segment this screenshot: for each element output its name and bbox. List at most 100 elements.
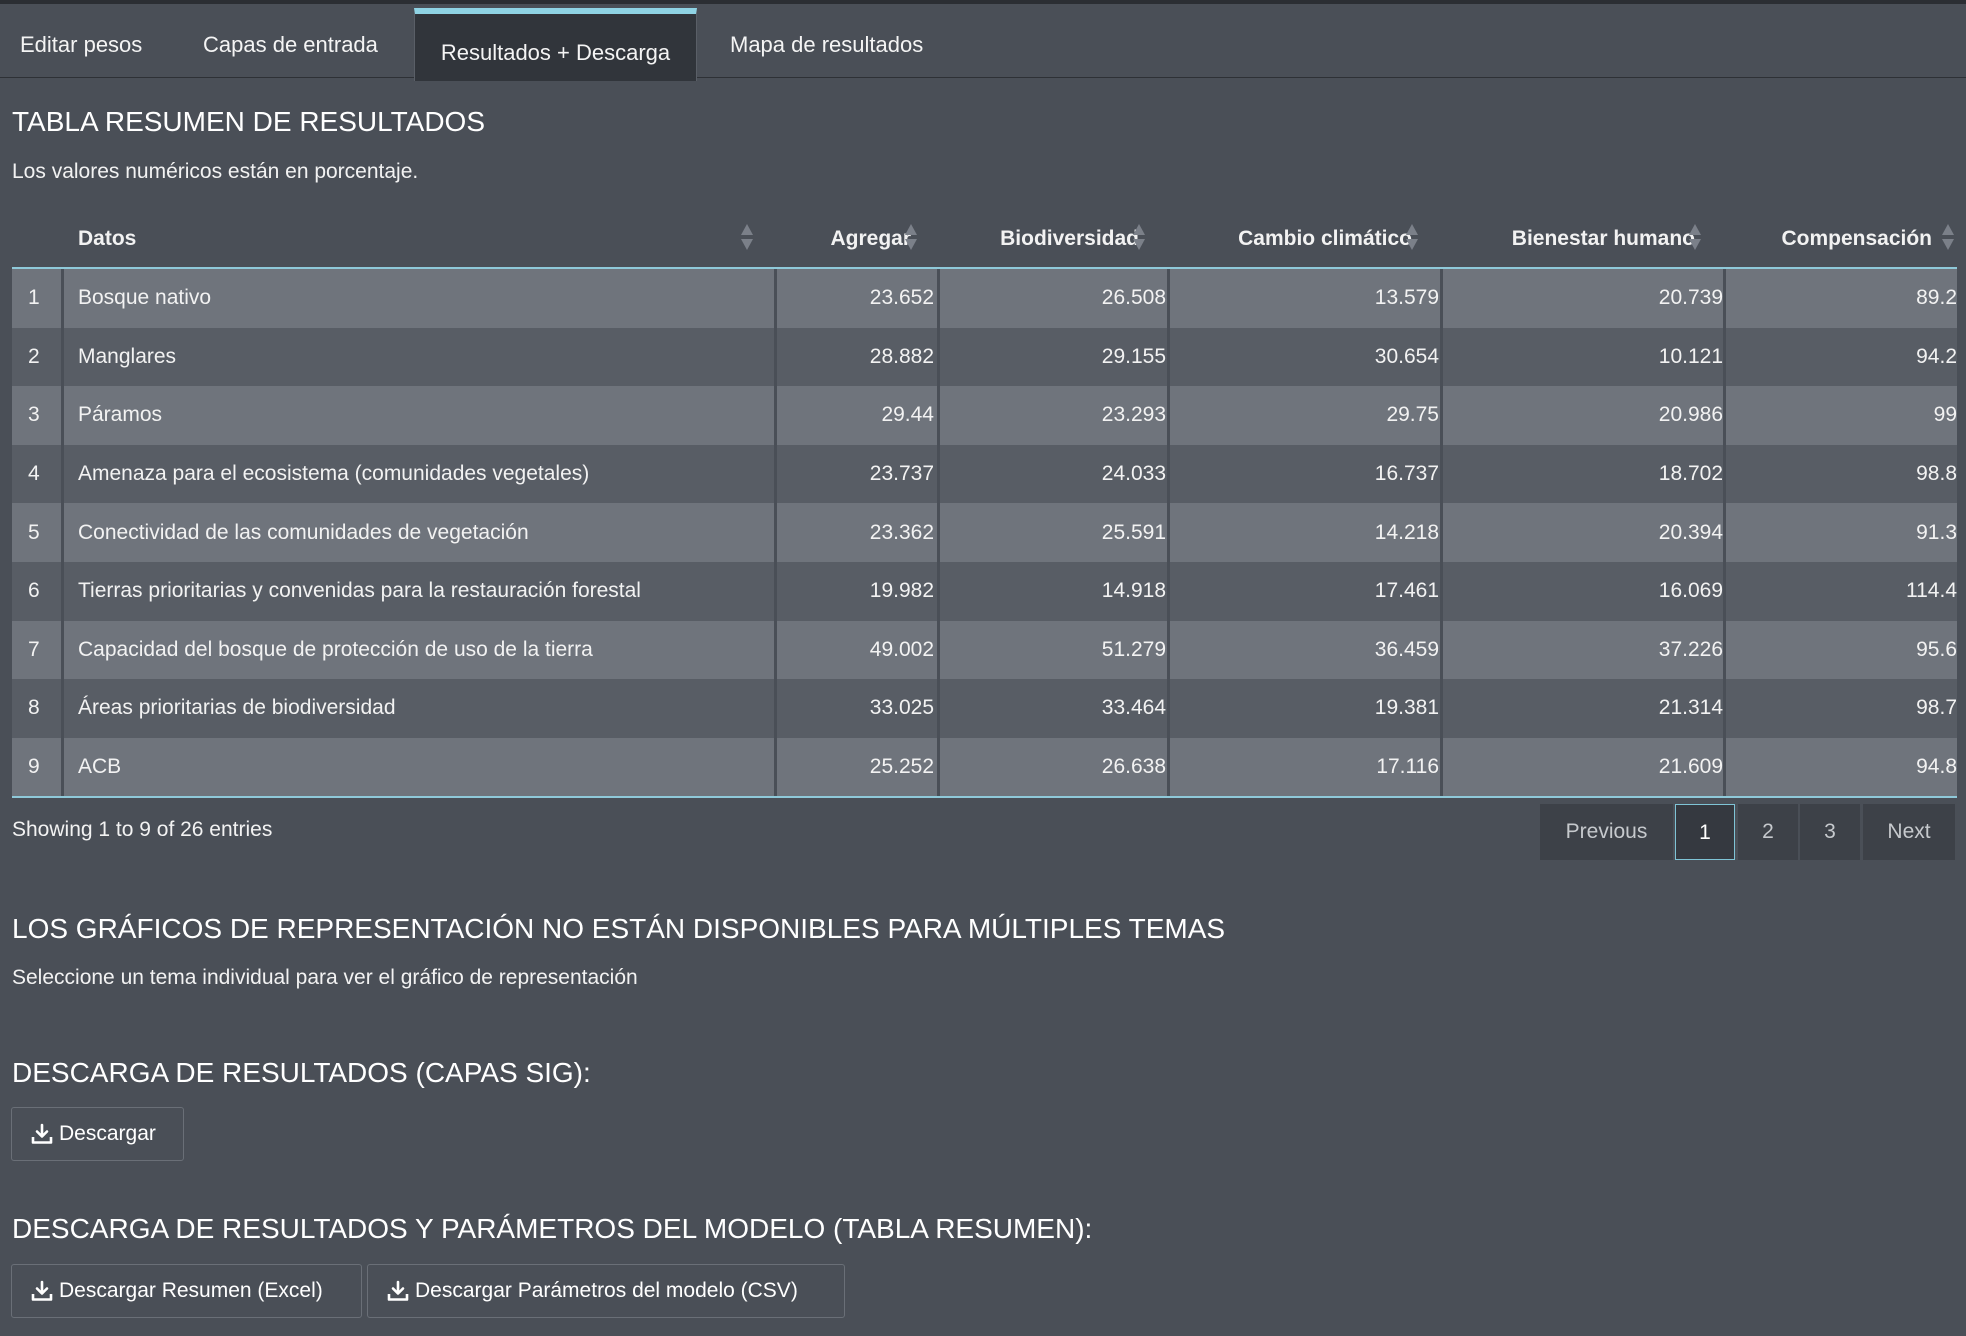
cell-compensacion: 98.7: [1916, 696, 1957, 720]
cell-compensacion: 91.3: [1916, 520, 1957, 544]
table-row[interactable]: 1 Bosque nativo 23.652 26.508 13.579 20.…: [12, 269, 1957, 328]
tab-editar-pesos[interactable]: Editar pesos: [20, 10, 142, 77]
table-row[interactable]: 4 Amenaza para el ecosistema (comunidade…: [12, 444, 1957, 504]
summary-download-title: DESCARGA DE RESULTADOS Y PARÁMETROS DEL …: [12, 1213, 1093, 1244]
cell-bienestar-humano: 20.986: [1658, 403, 1723, 427]
row-name: Áreas prioritarias de biodiversidad: [78, 696, 396, 720]
cell-biodiversidad: 26.508: [1101, 286, 1166, 310]
tab-capas-de-entrada[interactable]: Capas de entrada: [203, 10, 378, 77]
row-index: 3: [28, 403, 40, 427]
cell-agregar: 25.252: [869, 755, 934, 779]
pagination-previous[interactable]: Previous: [1540, 804, 1673, 860]
table-header: Datos Agregar Biodiversidad Cambio climá…: [12, 210, 1957, 269]
download-excel-label: Descargar Resumen (Excel): [59, 1279, 323, 1302]
row-index: 1: [28, 286, 40, 310]
table-row[interactable]: 9 ACB 25.252 26.638 17.116 21.609 94.8: [12, 737, 1957, 797]
row-name: Manglares: [78, 344, 177, 368]
table-row[interactable]: 2 Manglares 28.882 29.155 30.654 10.121 …: [12, 327, 1957, 387]
table-row[interactable]: 5 Conectividad de las comunidades de veg…: [12, 503, 1957, 562]
cell-bienestar-humano: 21.314: [1658, 696, 1723, 720]
cell-bienestar-humano: 37.226: [1658, 637, 1723, 661]
tab-resultados-descarga[interactable]: Resultados + Descarga: [414, 8, 697, 81]
cell-bienestar-humano: 20.739: [1658, 286, 1723, 310]
row-index: 5: [28, 520, 40, 544]
download-gis-label: Descargar: [59, 1122, 156, 1145]
pagination-next[interactable]: Next: [1863, 804, 1955, 860]
column-header-bienestar-humano[interactable]: Bienestar humano: [1512, 210, 1695, 267]
cell-compensacion: 99: [1933, 403, 1957, 427]
cell-bienestar-humano: 10.121: [1658, 344, 1723, 368]
row-index: 8: [28, 696, 40, 720]
download-icon: [31, 1123, 53, 1144]
cell-compensacion: 94.2: [1916, 344, 1957, 368]
charts-notice-subtitle: Seleccione un tema individual para ver e…: [12, 966, 638, 989]
sort-icon[interactable]: [1942, 222, 1954, 252]
cell-agregar: 28.882: [869, 344, 934, 368]
summary-subtitle: Los valores numéricos están en porcentaj…: [12, 160, 419, 183]
sort-icon[interactable]: [1133, 222, 1145, 252]
tab-bar: Editar pesos Capas de entrada Resultados…: [0, 4, 1966, 81]
table-row[interactable]: 7 Capacidad del bosque de protección de …: [12, 620, 1957, 680]
cell-cambio-climatico: 29.75: [1386, 403, 1439, 427]
pagination-page-3[interactable]: 3: [1800, 804, 1860, 860]
cell-agregar: 19.982: [869, 579, 934, 603]
row-index: 4: [28, 462, 40, 486]
sort-icon[interactable]: [1406, 222, 1418, 252]
download-icon: [31, 1280, 53, 1301]
pagination-page-2[interactable]: 2: [1738, 804, 1798, 860]
cell-cambio-climatico: 13.579: [1374, 286, 1439, 310]
download-gis-button[interactable]: Descargar: [11, 1107, 184, 1161]
column-header-cambio-climatico[interactable]: Cambio climático: [1238, 210, 1412, 267]
row-index: 7: [28, 637, 40, 661]
row-index: 2: [28, 344, 40, 368]
table-row[interactable]: 6 Tierras prioritarias y convenidas para…: [12, 561, 1957, 621]
cell-compensacion: 94.8: [1916, 755, 1957, 779]
table-bottom-border: [12, 796, 1957, 799]
cell-compensacion: 114.4: [1906, 579, 1957, 603]
cell-cambio-climatico: 17.461: [1374, 579, 1439, 603]
row-name: Amenaza para el ecosistema (comunidades …: [78, 462, 590, 486]
row-name: Conectividad de las comunidades de veget…: [78, 520, 529, 544]
download-excel-button[interactable]: Descargar Resumen (Excel): [11, 1264, 362, 1318]
cell-agregar: 33.025: [869, 696, 934, 720]
row-name: Capacidad del bosque de protección de us…: [78, 637, 593, 661]
cell-cambio-climatico: 19.381: [1374, 696, 1439, 720]
column-header-datos[interactable]: Datos: [78, 210, 136, 267]
sort-icon[interactable]: [905, 222, 917, 252]
tab-mapa-de-resultados[interactable]: Mapa de resultados: [730, 10, 923, 77]
summary-title: TABLA RESUMEN DE RESULTADOS: [12, 106, 485, 137]
table-row[interactable]: 8 Áreas prioritarias de biodiversidad 33…: [12, 679, 1957, 738]
column-header-agregar[interactable]: Agregar: [830, 210, 911, 267]
download-icon: [387, 1280, 409, 1301]
cell-compensacion: 98.8: [1916, 462, 1957, 486]
cell-biodiversidad: 29.155: [1101, 344, 1166, 368]
row-name: Tierras prioritarias y convenidas para l…: [78, 579, 641, 603]
download-csv-button[interactable]: Descargar Parámetros del modelo (CSV): [367, 1264, 845, 1318]
cell-compensacion: 89.2: [1916, 286, 1957, 310]
cell-biodiversidad: 26.638: [1101, 755, 1166, 779]
row-name: Bosque nativo: [78, 286, 212, 310]
cell-biodiversidad: 23.293: [1101, 403, 1166, 427]
row-index: 6: [28, 579, 40, 603]
results-table: Datos Agregar Biodiversidad Cambio climá…: [12, 210, 1957, 799]
charts-notice-title: LOS GRÁFICOS DE REPRESENTACIÓN NO ESTÁN …: [12, 913, 1226, 944]
cell-cambio-climatico: 36.459: [1374, 637, 1439, 661]
cell-biodiversidad: 51.279: [1101, 637, 1166, 661]
column-header-biodiversidad[interactable]: Biodiversidad: [1000, 210, 1139, 267]
column-header-compensacion[interactable]: Compensación: [1781, 210, 1932, 267]
table-row[interactable]: 3 Páramos 29.44 23.293 29.75 20.986 99: [12, 386, 1957, 445]
cell-cambio-climatico: 14.218: [1374, 520, 1439, 544]
cell-agregar: 29.44: [881, 403, 934, 427]
cell-agregar: 23.737: [869, 462, 934, 486]
cell-biodiversidad: 24.033: [1101, 462, 1166, 486]
cell-agregar: 49.002: [869, 637, 934, 661]
sort-icon[interactable]: [741, 222, 753, 252]
cell-bienestar-humano: 16.069: [1658, 579, 1723, 603]
cell-cambio-climatico: 16.737: [1374, 462, 1439, 486]
table-info: Showing 1 to 9 of 26 entries: [12, 818, 273, 841]
row-index: 9: [28, 755, 40, 779]
cell-bienestar-humano: 21.609: [1658, 755, 1723, 779]
cell-bienestar-humano: 20.394: [1658, 520, 1723, 544]
pagination-page-1[interactable]: 1: [1675, 804, 1735, 860]
sort-icon[interactable]: [1689, 222, 1701, 252]
